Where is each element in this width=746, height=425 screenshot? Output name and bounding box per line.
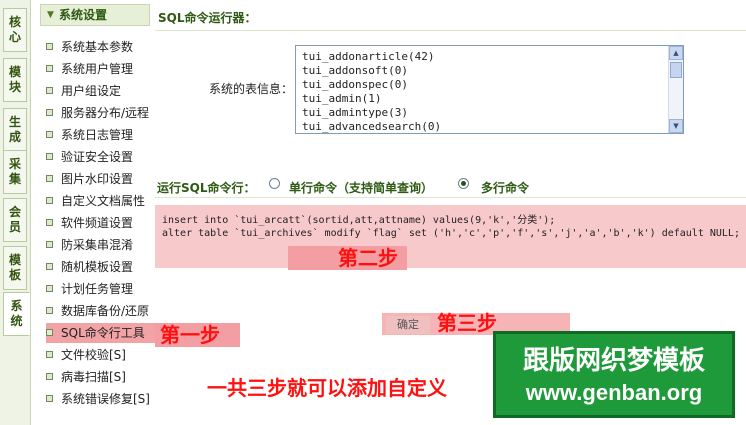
sql-mode-row: 运行SQL命令行： 单行命令（支持简单查询） 多行命令 bbox=[155, 175, 746, 198]
sidebar-header[interactable]: ▼ 系统设置 bbox=[40, 4, 150, 26]
bullet-icon bbox=[46, 307, 53, 314]
list-item[interactable]: tui_addonsoft(0) bbox=[302, 64, 408, 77]
tab-generate[interactable]: 生成 bbox=[3, 108, 27, 152]
sidebar-item-security[interactable]: 验证安全设置 bbox=[46, 147, 133, 167]
sidebar-item-sql-tool[interactable]: SQL命令行工具 bbox=[46, 323, 159, 343]
module-tab-strip: 核心 模块 生成 采集 会员 模板 系统 bbox=[0, 0, 31, 425]
tab-core[interactable]: 核心 bbox=[3, 8, 27, 52]
sidebar-item-virus-scan[interactable]: 病毒扫描[S] bbox=[46, 367, 126, 387]
sidebar-item-basic-params[interactable]: 系统基本参数 bbox=[46, 37, 133, 57]
page-title: SQL命令运行器： bbox=[158, 11, 257, 25]
bullet-icon bbox=[46, 43, 53, 50]
mode-label: 运行SQL命令行： bbox=[157, 181, 256, 195]
bullet-icon bbox=[46, 395, 53, 402]
sql-line: alter table `tui_archives` modify `flag`… bbox=[162, 228, 740, 239]
list-item[interactable]: tui_admin(1) bbox=[302, 92, 381, 105]
bullet-icon bbox=[46, 65, 53, 72]
sidebar-item-user-manage[interactable]: 系统用户管理 bbox=[46, 59, 133, 79]
list-item[interactable]: tui_addonspec(0) bbox=[302, 78, 408, 91]
sidebar-item-file-check[interactable]: 文件校验[S] bbox=[46, 345, 126, 365]
bullet-icon bbox=[46, 373, 53, 380]
tab-collect[interactable]: 采集 bbox=[3, 150, 27, 194]
bullet-icon bbox=[46, 329, 53, 336]
listbox-scrollbar[interactable]: ▲ ▼ bbox=[668, 46, 683, 133]
confirm-button[interactable]: 确定 bbox=[386, 316, 430, 334]
sidebar-item-software-channel[interactable]: 软件频道设置 bbox=[46, 213, 133, 233]
sidebar-item-db-backup[interactable]: 数据库备份/还原 bbox=[46, 301, 149, 321]
chevron-down-icon: ▼ bbox=[47, 10, 54, 20]
bullet-icon bbox=[46, 109, 53, 116]
bullet-icon bbox=[46, 131, 53, 138]
list-item[interactable]: tui_advancedsearch(0) bbox=[302, 120, 441, 133]
tab-templates[interactable]: 模板 bbox=[3, 246, 27, 290]
sql-textarea[interactable]: insert into `tui_arcatt`(sortid,att,attn… bbox=[155, 205, 746, 268]
sidebar-item-random-template[interactable]: 随机模板设置 bbox=[46, 257, 133, 277]
sidebar-item-scheduled-tasks[interactable]: 计划任务管理 bbox=[46, 279, 133, 299]
sidebar-item-anti-scrape[interactable]: 防采集串混淆 bbox=[46, 235, 133, 255]
bullet-icon bbox=[46, 153, 53, 160]
radio-multi-label: 多行命令 bbox=[481, 181, 530, 195]
genban-logo: 跟版网织梦模板 www.genban.org bbox=[493, 331, 735, 418]
bullet-icon bbox=[46, 219, 53, 226]
sidebar-item-servers[interactable]: 服务器分布/远程 bbox=[46, 103, 149, 123]
tab-members[interactable]: 会员 bbox=[3, 198, 27, 242]
logo-title: 跟版网织梦模板 bbox=[522, 346, 705, 376]
bullet-icon bbox=[46, 87, 53, 94]
radio-multi-line[interactable] bbox=[458, 178, 469, 189]
tab-modules[interactable]: 模块 bbox=[3, 58, 27, 102]
tab-system[interactable]: 系统 bbox=[3, 292, 30, 336]
bullet-icon bbox=[46, 263, 53, 270]
annotation-step2: 第二步 bbox=[288, 246, 407, 270]
list-item[interactable]: tui_addonarticle(42) bbox=[302, 50, 434, 63]
bullet-icon bbox=[46, 351, 53, 358]
sidebar-item-watermark[interactable]: 图片水印设置 bbox=[46, 169, 133, 189]
sidebar: ▼ 系统设置 系统基本参数 系统用户管理 用户组设定 服务器分布/远程 系统日志… bbox=[36, 0, 159, 425]
tables-label: 系统的表信息： bbox=[209, 82, 294, 96]
bullet-icon bbox=[46, 285, 53, 292]
bullet-icon bbox=[46, 241, 53, 248]
logo-url: www.genban.org bbox=[525, 380, 703, 405]
sidebar-item-user-groups[interactable]: 用户组设定 bbox=[46, 81, 121, 101]
list-item[interactable]: tui_admintype(3) bbox=[302, 106, 408, 119]
scroll-thumb[interactable] bbox=[670, 62, 682, 78]
sidebar-item-error-repair[interactable]: 系统错误修复[S] bbox=[46, 389, 150, 409]
bullet-icon bbox=[46, 197, 53, 204]
radio-single-label: 单行命令（支持简单查询） bbox=[289, 181, 434, 195]
annotation-step1: 第一步 bbox=[155, 323, 240, 347]
radio-single-line[interactable] bbox=[269, 178, 280, 189]
page-header: SQL命令运行器： bbox=[155, 0, 746, 31]
scroll-down-icon[interactable]: ▼ bbox=[669, 119, 683, 133]
tables-listbox[interactable]: tui_addonarticle(42) tui_addonsoft(0) tu… bbox=[295, 45, 684, 134]
bullet-icon bbox=[46, 175, 53, 182]
sidebar-item-logs[interactable]: 系统日志管理 bbox=[46, 125, 133, 145]
sidebar-header-label: 系统设置 bbox=[59, 8, 108, 22]
scroll-up-icon[interactable]: ▲ bbox=[669, 46, 683, 60]
annotation-summary: 一共三步就可以添加自定义 bbox=[207, 376, 447, 400]
sidebar-item-doc-attrs[interactable]: 自定义文档属性 bbox=[46, 191, 145, 211]
sql-line: insert into `tui_arcatt`(sortid,att,attn… bbox=[162, 215, 556, 226]
